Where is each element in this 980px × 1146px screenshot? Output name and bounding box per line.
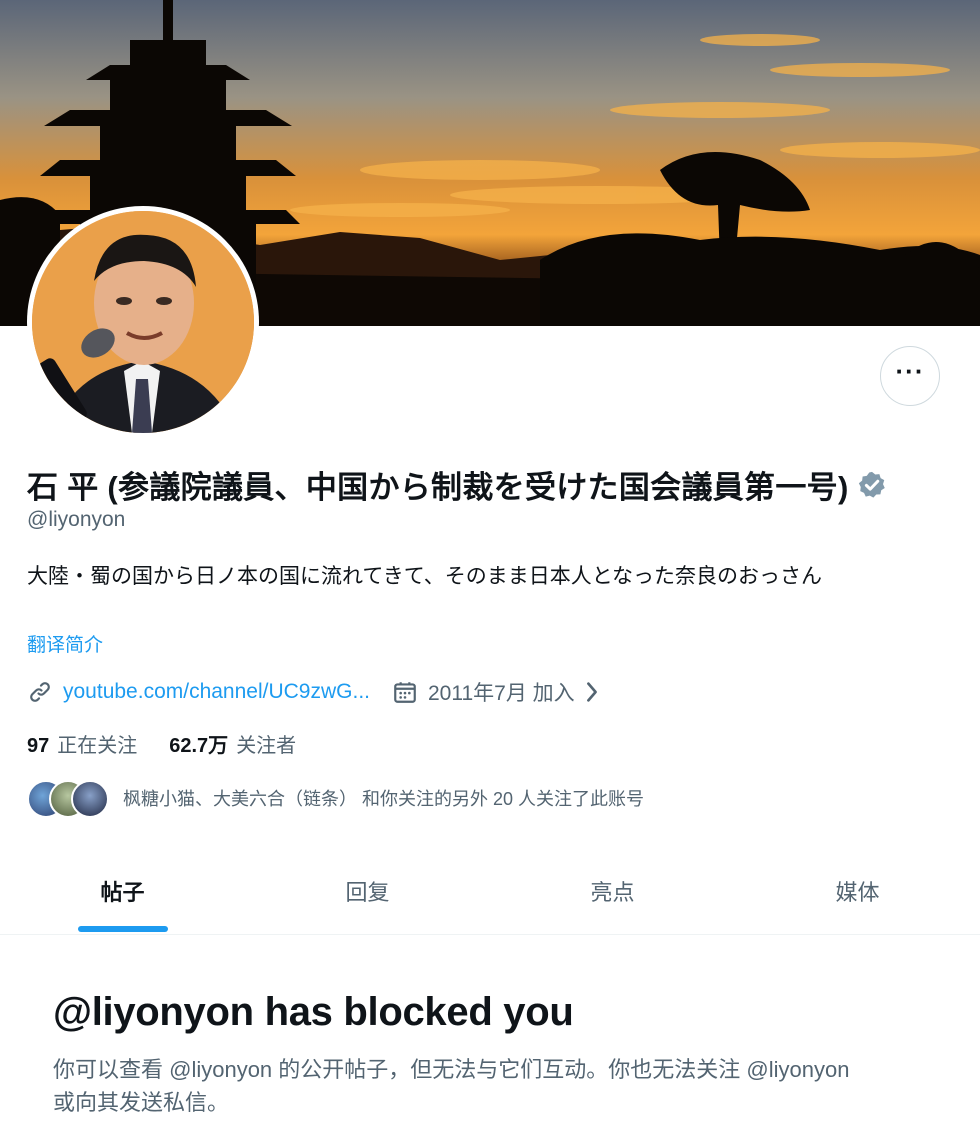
known-followers-avatars xyxy=(27,778,109,818)
known-follower-avatar xyxy=(71,780,109,818)
following-count-link[interactable]: 97 正在关注 xyxy=(27,729,137,758)
known-followers-text: 枫糖小猫、大美六合（链条） 和你关注的另外 20 人关注了此账号 xyxy=(123,789,645,809)
blocked-description: 你可以查看 @liyonyon 的公开帖子，但无法与它们互动。你也无法关注 @l… xyxy=(53,1057,850,1115)
verified-badge-icon[interactable] xyxy=(857,470,887,500)
followers-count: 62.7万 xyxy=(169,735,229,757)
following-label: 正在关注 xyxy=(57,735,138,757)
display-name: 石 平 (参議院議員、中国から制裁を受けた国会議員第一号) xyxy=(27,470,849,505)
profile-handle: @liyonyon xyxy=(27,508,126,531)
more-options-button[interactable]: ··· xyxy=(880,346,940,406)
chevron-right-icon xyxy=(586,682,597,702)
avatar-ring xyxy=(27,206,259,438)
tab-replies[interactable]: 回复 xyxy=(245,848,490,934)
followers-label: 关注者 xyxy=(236,735,297,757)
profile-meta-row: youtube.com/channel/UC9zwG... 2011年7月 加入 xyxy=(27,677,601,707)
calendar-icon xyxy=(394,682,416,703)
tab-highlights[interactable]: 亮点 xyxy=(490,848,735,934)
profile-bio: 大陸・蜀の国から日ノ本の国に流れてきて、そのまま日本人となった奈良のおっさん xyxy=(27,565,823,588)
blocked-title: @liyonyon has blocked you xyxy=(53,990,574,1034)
link-icon xyxy=(30,682,50,702)
follow-counts: 97 正在关注 62.7万 关注者 xyxy=(27,729,328,758)
known-followers[interactable]: 枫糖小猫、大美六合（链条） 和你关注的另外 20 人关注了此账号 xyxy=(27,778,644,818)
more-options-icon: ··· xyxy=(895,356,925,386)
followers-count-link[interactable]: 62.7万 关注者 xyxy=(169,729,296,758)
profile-name-row: 石 平 (参議院議員、中国から制裁を受けた国会議員第一号) xyxy=(27,462,887,507)
tab-media[interactable]: 媒体 xyxy=(735,848,980,934)
avatar[interactable] xyxy=(32,211,254,433)
tab-posts[interactable]: 帖子 xyxy=(0,848,245,934)
website-link[interactable]: youtube.com/channel/UC9zwG... xyxy=(63,680,370,704)
joined-date[interactable]: 2011年7月 加入 xyxy=(392,677,601,707)
avatar-photo xyxy=(32,211,254,433)
joined-date-label: 2011年7月 加入 xyxy=(427,682,575,705)
following-count: 97 xyxy=(27,735,50,757)
active-tab-indicator xyxy=(78,926,168,932)
translate-bio-link[interactable]: 翻译简介 xyxy=(27,630,103,657)
